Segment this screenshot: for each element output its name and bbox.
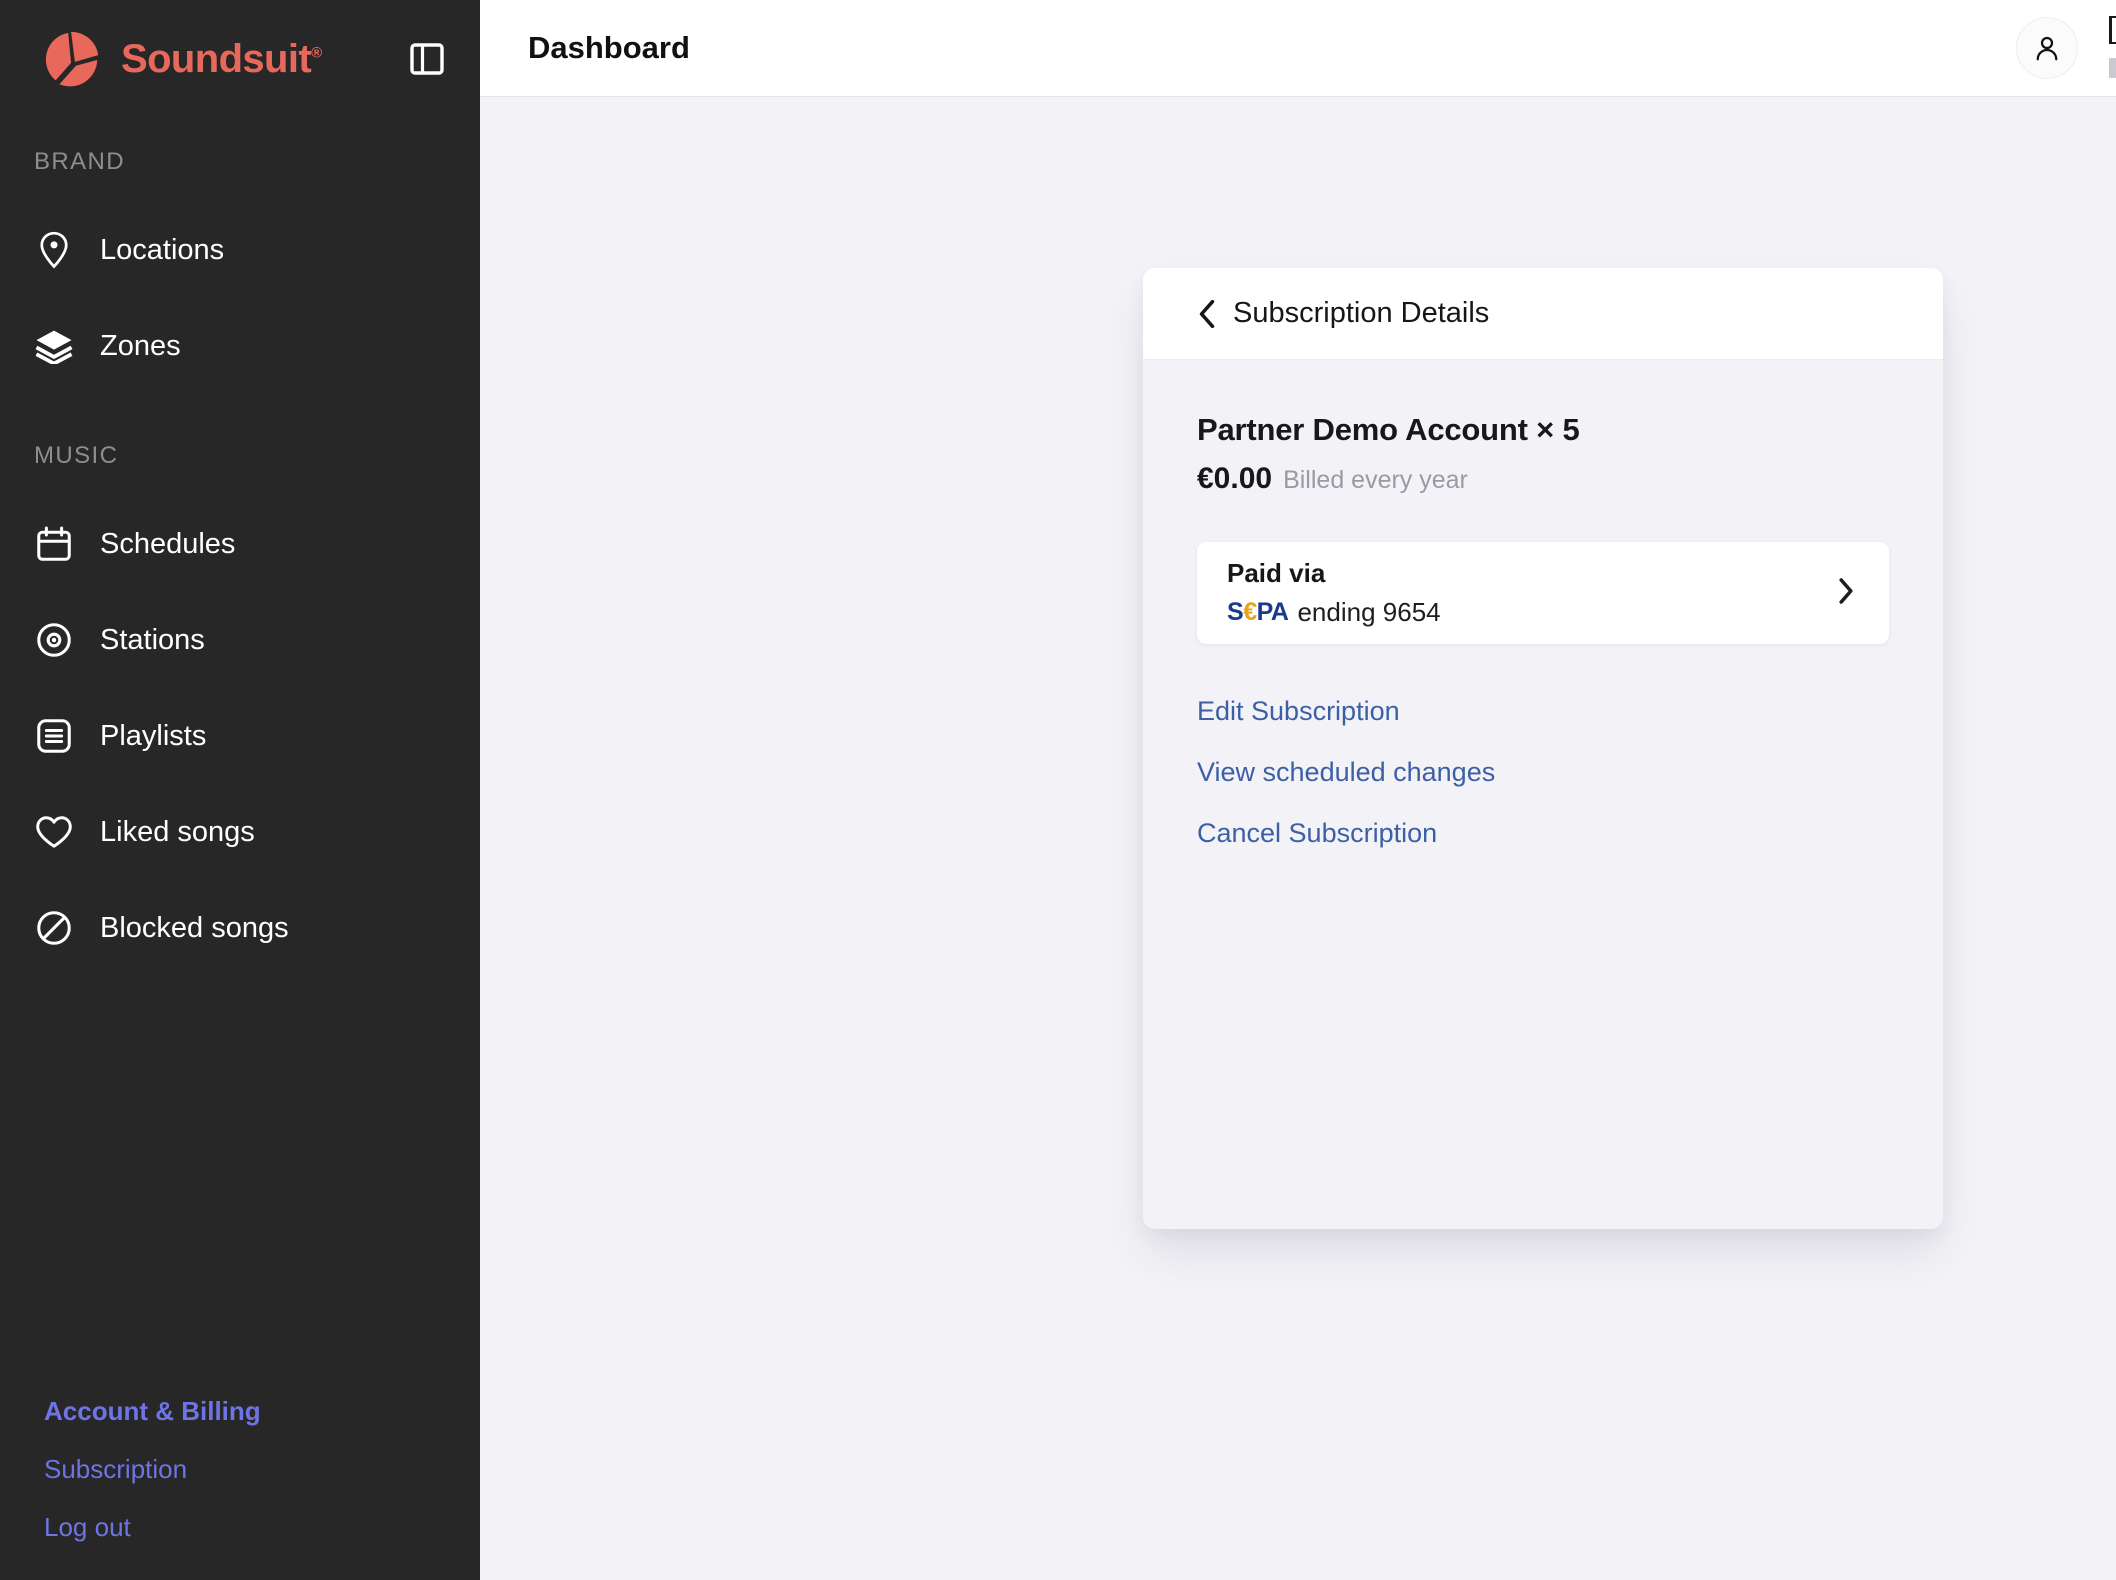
payment-method-ending: ending 9654 xyxy=(1297,597,1441,627)
subscription-card-body: Partner Demo Account × 5 €0.00 Billed ev… xyxy=(1143,360,1943,849)
subscription-details-card: Subscription Details Partner Demo Accoun… xyxy=(1143,268,1943,1229)
panel-toggle-icon xyxy=(410,43,444,75)
sidebar-item-label: Stations xyxy=(100,623,205,656)
list-box-icon xyxy=(34,716,74,756)
sidebar-item-locations[interactable]: Locations xyxy=(0,202,480,298)
ban-circle-icon xyxy=(34,908,74,948)
user-avatar-icon xyxy=(2036,36,2058,61)
avatar-button[interactable] xyxy=(2016,17,2078,79)
subscription-card-title: Subscription Details xyxy=(1233,297,1490,329)
clipped-edge-content xyxy=(2106,0,2116,97)
plan-price-row: €0.00 Billed every year xyxy=(1197,462,1889,496)
sidebar-item-label: Locations xyxy=(100,233,225,266)
app-root: Soundsuit® BRAND Locations Zones MUSIC S… xyxy=(0,0,2116,1580)
cancel-subscription-link[interactable]: Cancel Subscription xyxy=(1197,818,1889,849)
sidebar-item-liked-songs[interactable]: Liked songs xyxy=(0,784,480,880)
sidebar-item-playlists[interactable]: Playlists xyxy=(0,688,480,784)
nav-section-label-music: MUSIC xyxy=(34,442,119,469)
sidebar-nav: BRAND Locations Zones MUSIC Schedules St… xyxy=(0,118,480,1398)
back-button[interactable] xyxy=(1197,299,1217,329)
nav-section-label-brand: BRAND xyxy=(34,148,126,175)
plan-billing-period: Billed every year xyxy=(1283,466,1468,494)
payment-method-detail: S € PA ending 9654 xyxy=(1227,597,1441,628)
radio-disc-icon xyxy=(34,620,74,660)
registered-mark: ® xyxy=(311,44,323,62)
sidebar-item-stations[interactable]: Stations xyxy=(0,592,480,688)
subscription-card-header: Subscription Details xyxy=(1143,268,1943,360)
sidebar-item-blocked-songs[interactable]: Blocked songs xyxy=(0,880,480,976)
calendar-icon xyxy=(34,524,74,564)
sidebar-item-schedules[interactable]: Schedules xyxy=(0,496,480,592)
sidebar-item-zones[interactable]: Zones xyxy=(0,298,480,394)
view-scheduled-changes-link[interactable]: View scheduled changes xyxy=(1197,757,1889,788)
sidebar-item-label: Blocked songs xyxy=(100,911,289,944)
brand-name: Soundsuit® xyxy=(121,37,323,81)
sidebar: Soundsuit® BRAND Locations Zones MUSIC S… xyxy=(0,0,480,1580)
sidebar-link-subscription[interactable]: Subscription xyxy=(44,1456,480,1482)
heart-icon xyxy=(34,812,74,852)
plan-name: Partner Demo Account × 5 xyxy=(1197,412,1580,447)
top-bar: Dashboard xyxy=(480,0,2116,97)
sidebar-link-account-billing[interactable]: Account & Billing xyxy=(44,1398,480,1424)
payment-method-chevron[interactable] xyxy=(1837,577,1855,610)
payment-method-row[interactable]: Paid via S € PA ending 9654 xyxy=(1197,542,1889,644)
sidebar-item-label: Schedules xyxy=(100,527,236,560)
payment-method-info: Paid via S € PA ending 9654 xyxy=(1227,558,1441,628)
map-pin-icon xyxy=(34,230,74,270)
sidebar-item-label: Zones xyxy=(100,329,181,362)
panel-toggle-button[interactable] xyxy=(404,36,450,82)
layers-icon xyxy=(34,326,74,366)
payment-method-label: Paid via xyxy=(1227,558,1326,588)
sidebar-item-label: Liked songs xyxy=(100,815,255,848)
subscription-actions: Edit Subscription View scheduled changes… xyxy=(1197,696,1889,849)
soundsuit-play-logo-icon xyxy=(45,31,99,87)
main-area: Dashboard Subscription Details Partner D… xyxy=(480,0,2116,1580)
page-title: Dashboard xyxy=(528,30,690,65)
edit-subscription-link[interactable]: Edit Subscription xyxy=(1197,696,1889,727)
content-area: Subscription Details Partner Demo Accoun… xyxy=(480,97,2116,1580)
top-bar-right xyxy=(2016,17,2078,79)
plan-price: €0.00 xyxy=(1197,462,1273,495)
sidebar-item-label: Playlists xyxy=(100,719,207,752)
chevron-left-icon xyxy=(1199,299,1215,328)
sidebar-account-links: Account & Billing Subscription Log out xyxy=(0,1398,480,1580)
brand-logo[interactable]: Soundsuit® xyxy=(42,28,322,90)
sepa-logo-icon: S € PA xyxy=(1227,598,1289,626)
chevron-right-icon xyxy=(1839,577,1853,604)
sidebar-header: Soundsuit® xyxy=(0,0,480,118)
sidebar-link-log-out[interactable]: Log out xyxy=(44,1514,480,1540)
